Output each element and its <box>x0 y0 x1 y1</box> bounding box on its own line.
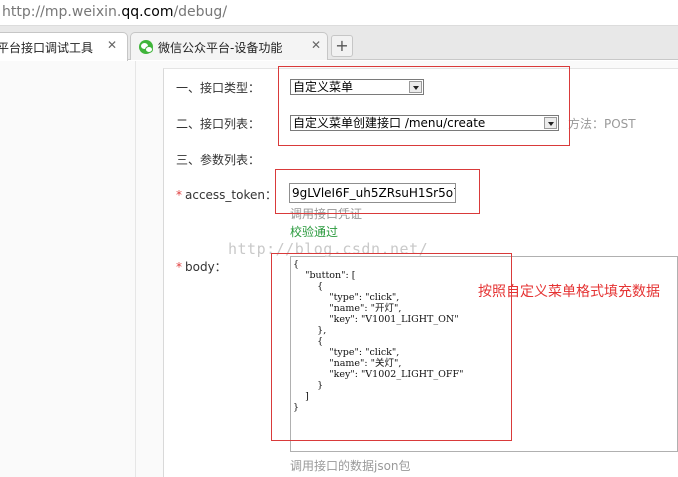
page-content: 一、接口类型： 自定义菜单 二、接口列表： 自定义菜单创建接口 /menu/cr… <box>0 61 678 477</box>
body-label-text: body： <box>185 260 227 274</box>
wechat-icon <box>139 40 153 54</box>
close-icon[interactable]: ✕ <box>311 38 321 52</box>
method-text: 方法：POST <box>568 117 636 131</box>
annotation-text: 按照自定义菜单格式填充数据 <box>478 284 660 300</box>
close-icon[interactable]: ✕ <box>107 38 117 52</box>
params-label: 三、参数列表： <box>176 153 261 167</box>
access-token-label: * access_token： <box>176 186 277 203</box>
divider <box>135 61 136 477</box>
tab-strip: 平台接口调试工具 ✕ 微信公众平台-设备功能 ✕ + <box>0 26 678 61</box>
url-prefix: http://mp.weixin. <box>2 4 122 20</box>
api-type-label: 一、接口类型： <box>176 81 261 95</box>
annotation-box-body <box>271 253 512 441</box>
access-token-label-text: access_token： <box>185 188 277 202</box>
url-path: /debug/ <box>173 4 228 20</box>
tab-label: 平台接口调试工具 <box>0 41 94 55</box>
url-text[interactable]: http://mp.weixin.qq.com/debug/ <box>2 4 227 20</box>
annotation-box-api <box>278 66 570 146</box>
tab-device-function[interactable]: 微信公众平台-设备功能 ✕ <box>130 32 328 60</box>
address-bar[interactable]: http://mp.weixin.qq.com/debug/ <box>0 0 678 26</box>
body-hint: 调用接口的数据json包 <box>290 459 411 473</box>
validation-status: 校验通过 <box>290 225 339 239</box>
required-mark: * <box>176 260 182 274</box>
tab-label: 微信公众平台-设备功能 <box>158 41 283 55</box>
api-list-label: 二、接口列表： <box>176 117 261 131</box>
new-tab-button[interactable]: + <box>331 35 353 57</box>
url-domain: qq.com <box>121 4 174 20</box>
annotation-box-token <box>275 169 480 214</box>
body-label: * body： <box>176 258 227 275</box>
tab-debug-tool[interactable]: 平台接口调试工具 ✕ <box>0 32 128 61</box>
required-mark: * <box>176 188 182 202</box>
